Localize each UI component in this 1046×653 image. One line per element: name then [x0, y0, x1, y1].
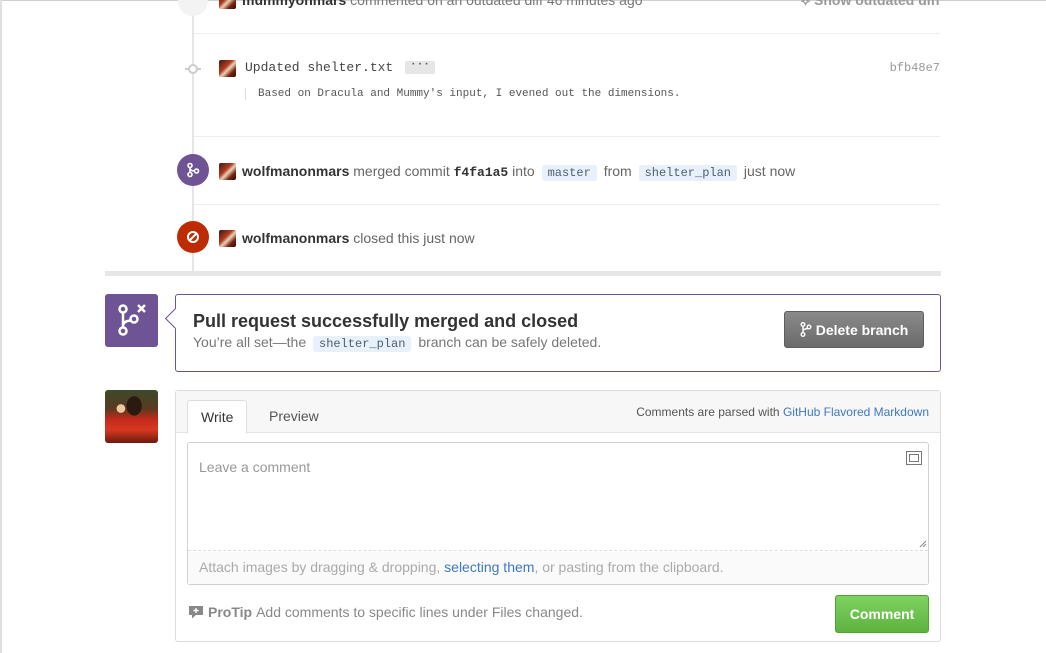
closed-event: wolfmanonmars closed this just now	[242, 230, 475, 246]
divider	[194, 33, 940, 34]
markdown-note-text: Comments are parsed with	[636, 405, 780, 419]
circle-slash-icon	[187, 231, 199, 243]
divider	[194, 136, 940, 137]
commit-icon	[185, 64, 201, 74]
expand-commit-button[interactable]: ···	[405, 60, 435, 75]
event-action: merged commit	[353, 163, 450, 179]
avatar[interactable]	[219, 0, 236, 9]
comment-event-icon	[178, 0, 208, 16]
delete-branch-label: Delete branch	[815, 321, 909, 338]
merge-commit-sha[interactable]: f4fa1a5	[454, 165, 509, 180]
markdown-help-link[interactable]: GitHub Flavored Markdown	[783, 405, 929, 419]
avatar[interactable]	[219, 230, 236, 247]
branch-name: shelter_plan	[313, 336, 412, 352]
outdated-comment-event: mummyonmars commented on an outdated dif…	[242, 0, 643, 8]
show-outdated-diff-link[interactable]: ⟡ Show outdated diff	[801, 0, 940, 9]
delete-branch-button[interactable]: Delete branch	[784, 311, 924, 348]
new-comment-form: Write Preview Comments are parsed with G…	[175, 390, 941, 642]
attach-images-hint: Attach images by dragging & dropping, se…	[188, 552, 928, 584]
current-user-avatar[interactable]	[105, 390, 158, 443]
comment-submit-button[interactable]: Comment	[835, 595, 929, 633]
message-prefix: You’re all set—the	[193, 334, 307, 350]
event-action: closed this just now	[353, 230, 475, 246]
commit-description: Based on Dracula and Mummy's input, I ev…	[245, 88, 680, 100]
avatar[interactable]	[219, 163, 236, 180]
attach-suffix: , or pasting from the clipboard.	[534, 559, 724, 575]
discussion-divider	[105, 271, 941, 276]
event-user[interactable]: wolfmanonmars	[242, 163, 349, 179]
event-user[interactable]: mummyonmars	[242, 0, 346, 8]
base-branch: master	[541, 165, 597, 181]
fullscreen-icon[interactable]	[906, 451, 922, 465]
commit-sha[interactable]: bfb48e7	[890, 61, 940, 75]
head-branch: shelter_plan	[638, 165, 737, 181]
event-user[interactable]: wolfmanonmars	[242, 230, 349, 246]
merged-status-icon	[105, 294, 158, 347]
comment-textarea[interactable]	[188, 443, 928, 551]
from-label: from	[603, 163, 632, 179]
merge-status-message: You’re all set—the shelter_plan branch c…	[193, 334, 601, 352]
into-label: into	[512, 163, 535, 179]
comment-add-icon	[189, 606, 203, 619]
closed-badge	[177, 221, 209, 253]
merge-status-box: Pull request successfully merged and clo…	[175, 294, 941, 372]
merged-event: wolfmanonmars merged commit f4fa1a5 into…	[242, 163, 795, 181]
protip: ProTip Add comments to specific lines un…	[188, 604, 583, 620]
protip-text: Add comments to specific lines under Fil…	[256, 604, 583, 620]
tab-write[interactable]: Write	[187, 400, 248, 434]
git-branch-delete-icon	[118, 304, 146, 336]
protip-label: ProTip	[208, 604, 253, 620]
comment-tabs-bar: Write Preview Comments are parsed with G…	[176, 391, 940, 434]
markdown-note: Comments are parsed with GitHub Flavored…	[636, 405, 929, 419]
message-suffix: branch can be safely deleted.	[418, 334, 602, 350]
merge-status-title: Pull request successfully merged and clo…	[193, 311, 579, 331]
pull-request-page: mummyonmars commented on an outdated dif…	[0, 0, 1046, 653]
resize-handle[interactable]	[919, 540, 927, 548]
left-border	[0, 0, 2, 653]
tab-preview[interactable]: Preview	[256, 400, 332, 434]
avatar[interactable]	[219, 60, 236, 77]
comment-editor: Attach images by dragging & dropping, se…	[187, 442, 929, 585]
show-outdated-diff-label: Show outdated diff	[814, 0, 940, 8]
commit-title: Updated shelter.txt ···	[245, 60, 435, 75]
merge-icon	[187, 162, 200, 178]
event-time: just now	[743, 163, 796, 179]
divider	[194, 204, 940, 205]
diff-icon: ⟡	[800, 0, 811, 8]
commit-message-link[interactable]: Updated shelter.txt	[245, 60, 393, 75]
attach-prefix: Attach images by dragging & dropping,	[199, 559, 441, 575]
branch-icon	[800, 322, 812, 337]
event-action: commented on an outdated diff 46 minutes…	[350, 0, 643, 8]
select-images-link[interactable]: selecting them	[444, 559, 534, 575]
merged-badge	[177, 154, 209, 186]
